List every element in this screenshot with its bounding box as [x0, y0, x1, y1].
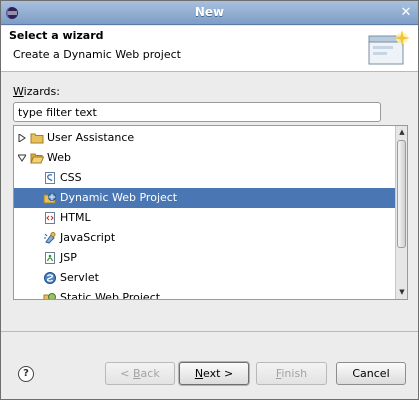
- tree-item-dynamic-web-project[interactable]: Dynamic Web Project: [14, 188, 396, 208]
- folder-open-icon: [30, 153, 44, 164]
- static-web-project-icon: [43, 293, 56, 299]
- tree-item-html[interactable]: HTML: [14, 208, 396, 228]
- tree-item-javascript[interactable]: JavaScript: [14, 228, 396, 248]
- cancel-button[interactable]: Cancel: [336, 362, 406, 385]
- header-title: Select a wizard: [9, 29, 104, 42]
- wizard-header: Select a wizard Create a Dynamic Web pro…: [1, 26, 418, 72]
- help-icon[interactable]: ?: [18, 366, 34, 382]
- tree-item-static-web-project[interactable]: Static Web Project: [14, 288, 396, 300]
- tree-item-label: JavaScript: [60, 231, 116, 244]
- close-icon[interactable]: ✕: [398, 5, 414, 21]
- tree-item-label: JSP: [60, 251, 77, 264]
- jsp-file-icon: [45, 252, 55, 264]
- title-bar[interactable]: New ✕: [1, 1, 418, 25]
- javascript-icon: [44, 232, 56, 244]
- tree-item-label: Servlet: [60, 271, 99, 284]
- tree-item-css[interactable]: CSS: [14, 168, 396, 188]
- tree-item-jsp[interactable]: JSP: [14, 248, 396, 268]
- new-wizard-banner-icon: [368, 30, 410, 65]
- chevron-right-icon[interactable]: [18, 134, 26, 142]
- next-button[interactable]: Next >: [179, 362, 249, 385]
- tree-item-user-assistance[interactable]: User Assistance: [14, 128, 396, 148]
- filter-input[interactable]: [13, 102, 381, 122]
- wizards-label: Wizards:: [13, 85, 60, 98]
- scrollbar-thumb[interactable]: [397, 140, 406, 248]
- scroll-down-arrow-icon[interactable]: ▼: [397, 287, 407, 297]
- scroll-up-arrow-icon[interactable]: ▲: [397, 127, 407, 137]
- finish-button[interactable]: Finish: [256, 362, 327, 385]
- tree-item-label: Dynamic Web Project: [60, 191, 178, 204]
- tree-item-label: Web: [47, 151, 71, 164]
- tree-item-label: HTML: [60, 211, 91, 224]
- back-button[interactable]: < Back: [105, 362, 175, 385]
- tree-item-servlet[interactable]: Servlet: [14, 268, 396, 288]
- tree-item-web[interactable]: Web: [14, 148, 396, 168]
- new-wizard-dialog: New ✕ Select a wizard Create a Dynamic W…: [0, 0, 419, 400]
- header-description: Create a Dynamic Web project: [13, 48, 181, 61]
- window-title: New: [194, 5, 225, 19]
- web-project-icon: [43, 193, 56, 204]
- wizard-tree[interactable]: User Assistance Web CSS Dynamic Web Proj…: [13, 125, 408, 300]
- html-file-icon: [45, 212, 55, 224]
- tree-item-label: Static Web Project: [60, 291, 161, 300]
- separator: [1, 331, 418, 332]
- tree-item-label: CSS: [60, 171, 82, 184]
- chevron-down-icon[interactable]: [18, 154, 26, 162]
- folder-icon: [30, 133, 44, 144]
- css-file-icon: [45, 172, 55, 184]
- servlet-icon: [44, 272, 56, 284]
- tree-scrollbar[interactable]: ▲ ▼: [395, 126, 407, 299]
- tree-item-label: User Assistance: [47, 131, 135, 144]
